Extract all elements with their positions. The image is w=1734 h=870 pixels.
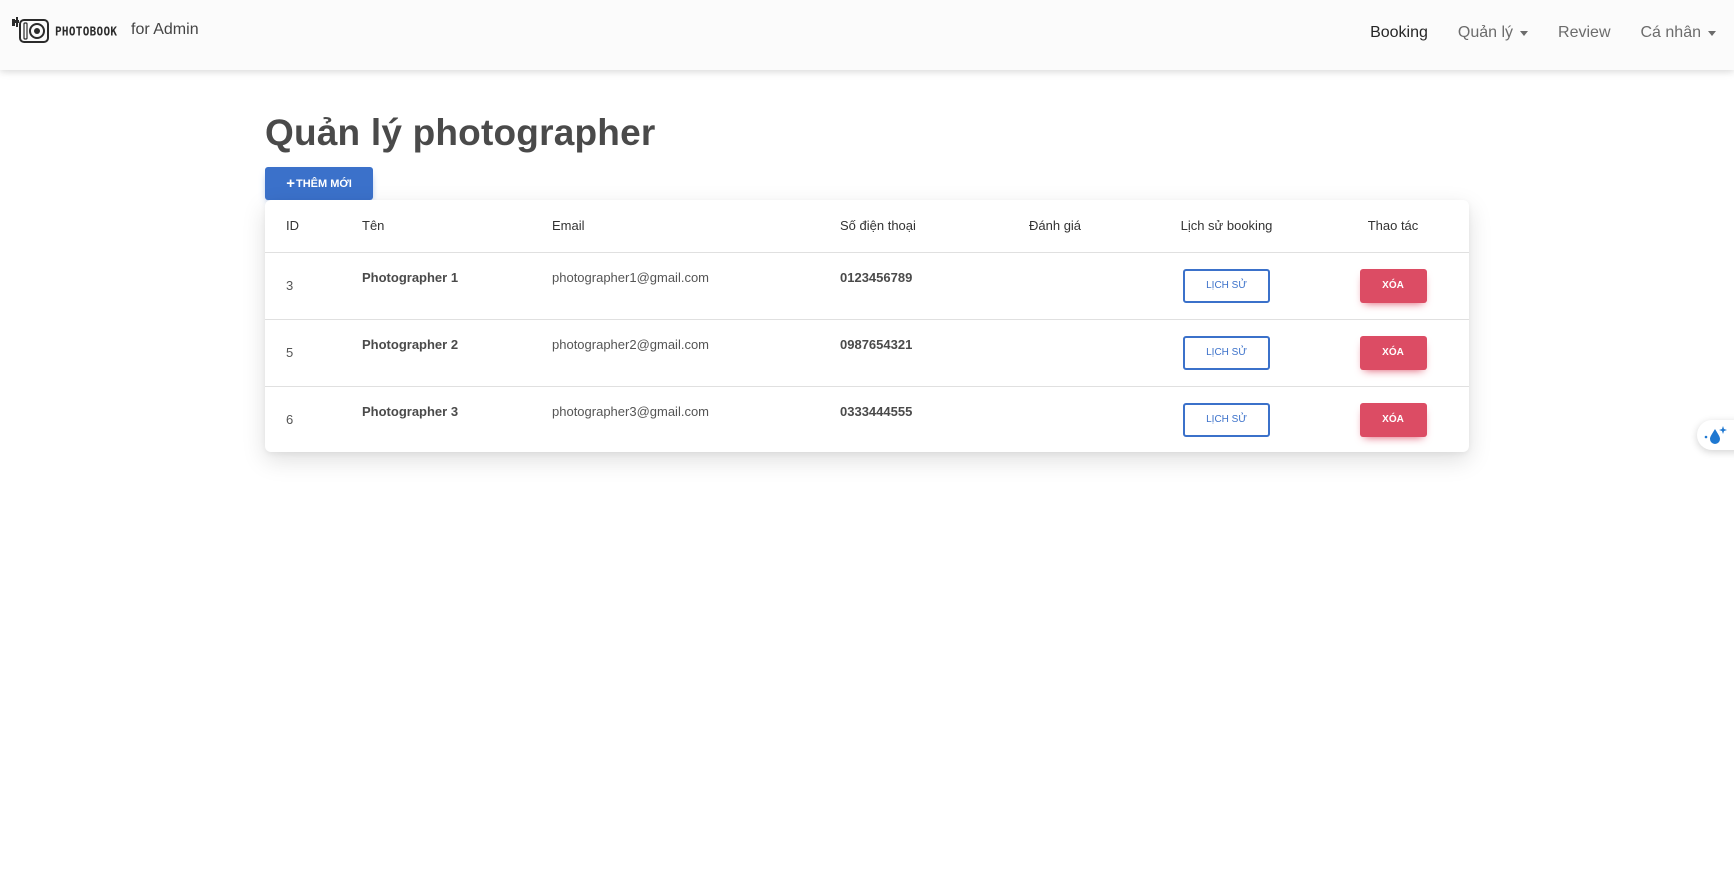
- nav-item-label: Review: [1558, 24, 1611, 41]
- history-button[interactable]: LỊCH SỬ: [1183, 268, 1270, 303]
- delete-button[interactable]: XÓA: [1359, 268, 1427, 303]
- cell-rating: [1008, 386, 1136, 452]
- cell-id: 6: [286, 412, 294, 428]
- cell-name: Photographer 2: [362, 336, 459, 352]
- cell-history: LỊCH SỬ: [1136, 319, 1317, 386]
- delete-button[interactable]: XÓA: [1359, 402, 1427, 437]
- cell-name: Photographer 3: [362, 403, 459, 419]
- table-row: 3 Photographer 1 photographer1@gmail.com…: [265, 252, 1469, 319]
- table-header-row: ID Tên Email Số điện thoại Đánh giá Lịch…: [265, 200, 1469, 252]
- cell-email: photographer2@gmail.com: [552, 336, 710, 352]
- camera-icon: [12, 17, 49, 43]
- cell-email: photographer3@gmail.com: [552, 403, 710, 419]
- nav-item-booking[interactable]: Booking: [1370, 24, 1428, 42]
- caret-down-icon: [1520, 30, 1529, 36]
- add-new-button[interactable]: + THÊM MỚI: [265, 167, 373, 200]
- cell-name: Photographer 1: [362, 269, 459, 285]
- header-id: ID: [286, 218, 299, 234]
- delete-button[interactable]: XÓA: [1359, 335, 1427, 370]
- history-button[interactable]: LỊCH SỬ: [1183, 335, 1270, 370]
- nav-item-review[interactable]: Review: [1558, 24, 1610, 42]
- floating-widget-button[interactable]: [1697, 420, 1734, 450]
- cell-actions: XÓA: [1317, 386, 1469, 452]
- cell-phone: 0987654321: [840, 336, 913, 352]
- table-row: 6 Photographer 3 photographer3@gmail.com…: [265, 386, 1469, 452]
- plus-icon: +: [286, 175, 295, 192]
- page-title: Quản lý photographer: [265, 112, 656, 153]
- photographer-table: ID Tên Email Số điện thoại Đánh giá Lịch…: [265, 200, 1469, 452]
- nav-item-label: Quản lý: [1457, 24, 1514, 41]
- header-history: Lịch sử booking: [1180, 218, 1273, 234]
- cell-history: LỊCH SỬ: [1136, 252, 1317, 319]
- nav-menu: Booking Quản lý Review Cá nhân: [1340, 24, 1716, 42]
- brand-logo-link[interactable]: PHOTOBOOK: [12, 16, 117, 46]
- brand-name: PHOTOBOOK: [55, 23, 118, 39]
- top-navbar: PHOTOBOOK for Admin Booking Quản lý Revi…: [0, 0, 1734, 70]
- photographer-table-card: ID Tên Email Số điện thoại Đánh giá Lịch…: [265, 200, 1469, 452]
- header-rating: Đánh giá: [1029, 218, 1082, 234]
- cell-email: photographer1@gmail.com: [552, 269, 710, 285]
- add-new-label: THÊM MỚI: [295, 177, 352, 190]
- cell-id: 3: [286, 278, 294, 293]
- history-button[interactable]: LỊCH SỬ: [1183, 402, 1270, 437]
- header-actions: Thao tác: [1367, 218, 1419, 234]
- cell-phone: 0123456789: [840, 269, 913, 285]
- water-drop-sparkle-icon: [1704, 426, 1727, 444]
- brand-subtitle[interactable]: for Admin: [131, 21, 199, 39]
- caret-down-icon: [1708, 30, 1716, 36]
- nav-item-label: Booking: [1370, 24, 1428, 41]
- cell-history: LỊCH SỬ: [1136, 386, 1317, 452]
- cell-phone: 0333444555: [840, 403, 913, 419]
- header-name: Tên: [362, 218, 385, 234]
- cell-actions: XÓA: [1317, 319, 1469, 386]
- cell-rating: [1008, 319, 1136, 386]
- table-row: 5 Photographer 2 photographer2@gmail.com…: [265, 319, 1469, 386]
- cell-actions: XÓA: [1317, 252, 1469, 319]
- header-email: Email: [552, 218, 585, 234]
- nav-item-quan-ly[interactable]: Quản lý: [1457, 24, 1529, 42]
- header-phone: Số điện thoại: [840, 218, 916, 234]
- nav-item-ca-nhan[interactable]: Cá nhân: [1640, 24, 1716, 42]
- cell-rating: [1008, 252, 1136, 319]
- cell-id: 5: [286, 345, 294, 360]
- nav-item-label: Cá nhân: [1640, 24, 1702, 41]
